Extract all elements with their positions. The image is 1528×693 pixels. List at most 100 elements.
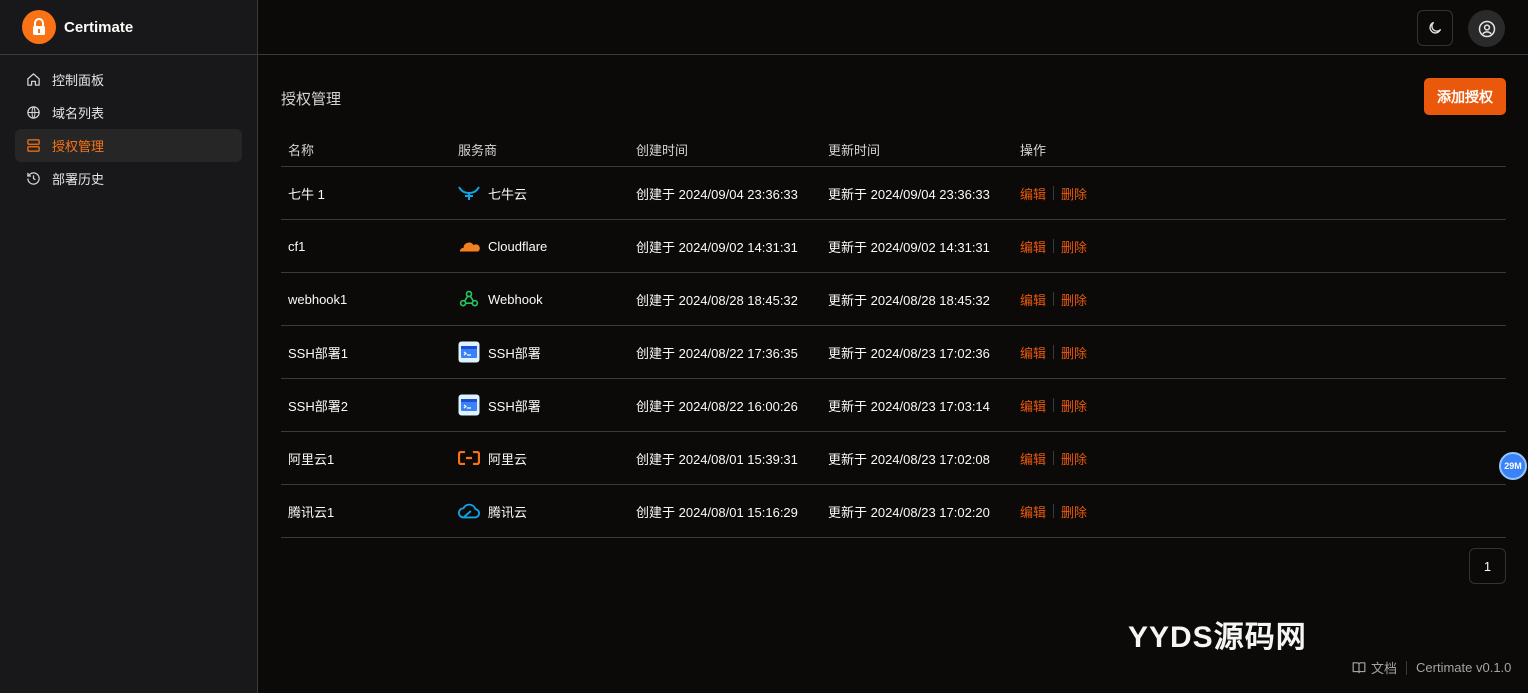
action-divider <box>1053 398 1055 412</box>
cloudflare-icon <box>458 235 480 257</box>
delete-button[interactable]: 删除 <box>1061 396 1087 415</box>
table-row: 阿里云1 阿里云 创建于 2024/08/01 15:39:31 更新于 2024/0… <box>281 432 1506 485</box>
cell-actions: 编辑 删除 <box>1020 396 1220 415</box>
moon-icon <box>1429 22 1441 34</box>
cell-provider: Cloudflare <box>458 235 636 257</box>
sidebar-item-0[interactable]: 控制面板 <box>15 63 242 96</box>
cell-created: 创建于 2024/08/01 15:16:29 <box>636 504 798 520</box>
sidebar-item-label: 控制面板 <box>52 73 105 88</box>
sidebar-item-3[interactable]: 部署历史 <box>15 162 242 195</box>
delete-button[interactable]: 删除 <box>1061 343 1087 362</box>
user-menu-button[interactable] <box>1468 10 1505 47</box>
sidebar-item-2[interactable]: 授权管理 <box>15 129 242 162</box>
provider-label: Cloudflare <box>488 238 548 254</box>
provider-label: 阿里云 <box>488 451 528 467</box>
footer: 文档 Certimate v0.1.0 <box>1352 658 1511 677</box>
ssh-icon <box>458 394 480 416</box>
edit-button[interactable]: 编辑 <box>1020 502 1046 521</box>
page-title: 授权管理 <box>281 91 342 108</box>
edit-button[interactable]: 编辑 <box>1020 237 1046 256</box>
edit-button[interactable]: 编辑 <box>1020 184 1046 203</box>
table-row: 七牛 1 七牛云 创建于 2024/09/04 23:36:33 更新于 2024/0… <box>281 167 1506 220</box>
delete-button[interactable]: 删除 <box>1061 237 1087 256</box>
cell-provider: 腾讯云 <box>458 500 636 522</box>
webhook-icon <box>458 288 480 310</box>
cell-name: cf1 <box>288 238 306 254</box>
brand-name: Certimate <box>64 18 134 36</box>
cell-actions: 编辑 删除 <box>1020 237 1220 256</box>
provider-label: SSH部署 <box>488 398 541 414</box>
cell-updated: 更新于 2024/08/23 17:02:08 <box>828 451 990 467</box>
floating-bubble[interactable]: 29M <box>1499 452 1527 480</box>
server-icon <box>25 138 41 154</box>
cell-name: 腾讯云1 <box>288 504 335 520</box>
watermark-text: YYDS源码网 <box>1128 621 1307 654</box>
cell-provider: SSH部署 <box>458 394 636 416</box>
cell-created: 创建于 2024/08/01 15:39:31 <box>636 451 798 467</box>
lock-logo-icon <box>22 10 56 44</box>
provider-label: 腾讯云 <box>488 504 528 520</box>
sidebar-item-label: 授权管理 <box>52 139 105 154</box>
tencent-cloud-icon <box>458 500 480 522</box>
sidebar-item-1[interactable]: 域名列表 <box>15 96 242 129</box>
action-divider <box>1053 292 1055 306</box>
cell-actions: 编辑 删除 <box>1020 343 1220 362</box>
cell-provider: Webhook <box>458 288 636 310</box>
globe-icon <box>25 105 41 121</box>
pagination-page-1[interactable]: 1 <box>1469 548 1506 584</box>
cell-created: 创建于 2024/08/28 18:45:32 <box>636 292 798 308</box>
brand[interactable]: Certimate <box>0 0 257 55</box>
table-row: 腾讯云1 腾讯云 创建于 2024/08/01 15:16:29 更新于 2024/0… <box>281 485 1506 538</box>
cell-created: 创建于 2024/08/22 17:36:35 <box>636 345 798 361</box>
access-table: 名称 服务商 创建时间 更新时间 操作 七牛 1 七牛云 创建于 2024/09/0… <box>281 132 1506 538</box>
cell-name: SSH部署1 <box>288 345 348 361</box>
cell-updated: 更新于 2024/08/23 17:03:14 <box>828 398 990 414</box>
main-content: 授权管理 添加授权 名称 服务商 创建时间 更新时间 操作 七牛 1 七牛云 创建于… <box>258 0 1528 693</box>
action-divider <box>1053 451 1055 465</box>
add-access-button[interactable]: 添加授权 <box>1424 78 1506 115</box>
cell-provider: 七牛云 <box>458 182 636 204</box>
sidebar-item-label: 域名列表 <box>52 106 105 121</box>
delete-button[interactable]: 删除 <box>1061 290 1087 309</box>
edit-button[interactable]: 编辑 <box>1020 396 1046 415</box>
cell-created: 创建于 2024/09/02 14:31:31 <box>636 239 798 255</box>
delete-button[interactable]: 删除 <box>1061 449 1087 468</box>
cell-provider: SSH部署 <box>458 341 636 363</box>
delete-button[interactable]: 删除 <box>1061 184 1087 203</box>
qiniu-icon <box>458 182 480 204</box>
edit-button[interactable]: 编辑 <box>1020 449 1046 468</box>
cell-updated: 更新于 2024/09/04 23:36:33 <box>828 186 990 202</box>
header-created: 创建时间 <box>636 142 689 158</box>
cell-actions: 编辑 删除 <box>1020 290 1220 309</box>
topbar <box>258 0 1528 55</box>
cell-name: SSH部署2 <box>288 398 348 414</box>
cell-created: 创建于 2024/08/22 16:00:26 <box>636 398 798 414</box>
app-root: Certimate 控制面板 域名列表 授权管理 部署历史 授权管理 添加授权 名称 … <box>0 0 1528 693</box>
theme-toggle-button[interactable] <box>1417 10 1453 46</box>
edit-button[interactable]: 编辑 <box>1020 290 1046 309</box>
ssh-icon <box>458 341 480 363</box>
home-icon <box>25 72 41 88</box>
table-row: SSH部署1 SSH部署 创建于 2024/08/22 17:36:35 更新于 20… <box>281 326 1506 379</box>
cell-actions: 编辑 删除 <box>1020 449 1220 468</box>
sidebar-nav: 控制面板域名列表授权管理部署历史 <box>0 55 257 203</box>
sidebar-item-label: 部署历史 <box>52 172 105 187</box>
edit-button[interactable]: 编辑 <box>1020 343 1046 362</box>
sidebar: Certimate 控制面板域名列表授权管理部署历史 <box>0 0 258 693</box>
action-divider <box>1053 504 1055 518</box>
delete-button[interactable]: 删除 <box>1061 502 1087 521</box>
cell-updated: 更新于 2024/09/02 14:31:31 <box>828 239 990 255</box>
cell-updated: 更新于 2024/08/23 17:02:36 <box>828 345 990 361</box>
cell-actions: 编辑 删除 <box>1020 502 1220 521</box>
header-updated: 更新时间 <box>828 142 881 158</box>
header-provider: 服务商 <box>458 142 498 158</box>
cell-name: 阿里云1 <box>288 451 335 467</box>
table-body: 七牛 1 七牛云 创建于 2024/09/04 23:36:33 更新于 2024/0… <box>281 167 1506 538</box>
header-name: 名称 <box>288 142 315 158</box>
table-row: SSH部署2 SSH部署 创建于 2024/08/22 16:00:26 更新于 20… <box>281 379 1506 432</box>
cell-name: 七牛 1 <box>288 186 325 202</box>
cell-created: 创建于 2024/09/04 23:36:33 <box>636 186 798 202</box>
cell-actions: 编辑 删除 <box>1020 184 1220 203</box>
docs-link[interactable]: 文档 <box>1371 658 1397 677</box>
version-label: Certimate v0.1.0 <box>1416 660 1512 675</box>
